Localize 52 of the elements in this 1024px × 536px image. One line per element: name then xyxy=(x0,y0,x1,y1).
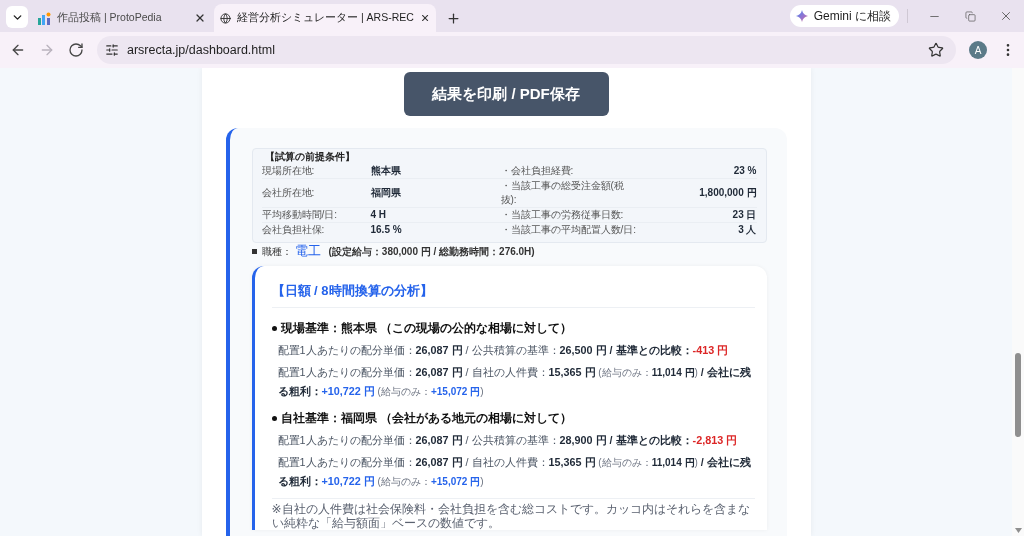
profile-avatar[interactable]: A xyxy=(969,41,988,59)
conditions-title: 【試算の前提条件】 xyxy=(263,150,356,164)
condition-value: 熊本県 xyxy=(370,164,402,178)
tab-list-button[interactable] xyxy=(6,6,28,28)
footnote-text: ※自社の人件費は社会保険料・会社負担を含む総コストです。カッコ内はそれらを含まない純粋な「給与額面」ベースの数値です。 xyxy=(271,502,751,530)
bullet-icon xyxy=(271,325,277,331)
condition-label: ・当該工事の平均配置人数/日: xyxy=(500,223,638,237)
sparkle-icon xyxy=(795,10,808,22)
print-button[interactable]: 結果を印刷 / PDF保存 xyxy=(403,72,609,116)
scrollbar-thumb[interactable] xyxy=(1015,353,1021,437)
browser-tab[interactable]: 経営分析シミュレーター | ARS-REC xyxy=(214,4,436,32)
job-label: 職種： xyxy=(261,245,292,259)
gemini-button[interactable]: Gemini に相談 xyxy=(789,5,899,27)
calculation-text: 配置1人あたりの配分単価：26,087 円 / 公共積算の基準：28,900 円 / 基準との比較：-2,813 円 xyxy=(277,433,739,448)
condition-label: 会社所在地: xyxy=(261,186,316,200)
browser-tab[interactable]: 作品投稿 | ProtoPedia xyxy=(32,4,212,32)
condition-value: 23 % xyxy=(732,164,757,178)
condition-value: 1,800,000 円 xyxy=(698,186,757,200)
condition-label: ・会社負担経費: xyxy=(500,164,575,178)
url-text[interactable]: arsrecta.jp/dashboard.html xyxy=(126,43,921,57)
condition-value: 3 人 xyxy=(737,223,757,237)
new-tab-icon[interactable] xyxy=(446,11,461,26)
job-value: 電工 xyxy=(294,244,321,258)
analysis-title: 【日額 / 8時間換算の分析】 xyxy=(271,283,434,299)
section-heading: 現場基準：熊本県 （この現場の公的な相場に対して） xyxy=(280,320,572,337)
condition-value: 23 日 xyxy=(731,208,757,222)
bullet-icon xyxy=(271,415,277,421)
job-detail: (設定給与：380,000 円 / 総勤務時間：276.0H) xyxy=(328,245,535,259)
condition-label: 会社負担社保: xyxy=(261,223,326,237)
condition-label: 平均移動時間/日: xyxy=(261,208,339,222)
bars-logo-icon xyxy=(38,11,51,25)
address-bar[interactable]: arsrecta.jp/dashboard.html xyxy=(96,36,957,64)
calculation-text: 配置1人あたりの配分単価：26,087 円 / 公共積算の基準：26,500 円 / 基準との比較：-413 円 xyxy=(277,343,730,358)
condition-value: 4 H xyxy=(370,208,388,222)
condition-value: 福岡県 xyxy=(370,186,402,200)
bookmark-star-icon[interactable] xyxy=(928,42,945,58)
section-heading: 自社基準：福岡県 （会社がある地元の相場に対して） xyxy=(280,410,572,427)
close-icon[interactable] xyxy=(999,9,1013,23)
site-settings-icon[interactable] xyxy=(104,43,119,57)
condition-label: ・当該工事の労務従事日数: xyxy=(500,208,625,222)
calculation-text: 配置1人あたりの配分単価：26,087 円 / 自社の人件費：15,365 円 (給与のみ：11,014 円) / 会社に残る粗利：+10,722 円 (給与のみ：+15,072 円) xyxy=(277,365,752,399)
condition-label: 現場所在地: xyxy=(261,164,316,178)
condition-value: 16.5 % xyxy=(370,223,403,237)
condition-label: ・当該工事の総受注金額(税抜): xyxy=(500,179,625,207)
reload-icon[interactable] xyxy=(67,42,84,58)
close-icon[interactable] xyxy=(419,12,430,24)
back-icon[interactable] xyxy=(10,42,26,58)
calculation-text: 配置1人あたりの配分単価：26,087 円 / 自社の人件費：15,365 円 (給与のみ：11,014 円) / 会社に残る粗利：+10,722 円 (給与のみ：+15,072 円) xyxy=(277,455,752,489)
globe-icon xyxy=(220,11,231,25)
close-icon[interactable] xyxy=(194,12,206,24)
square-bullet-icon xyxy=(251,249,257,254)
scroll-down-arrow-icon[interactable] xyxy=(1014,528,1022,533)
